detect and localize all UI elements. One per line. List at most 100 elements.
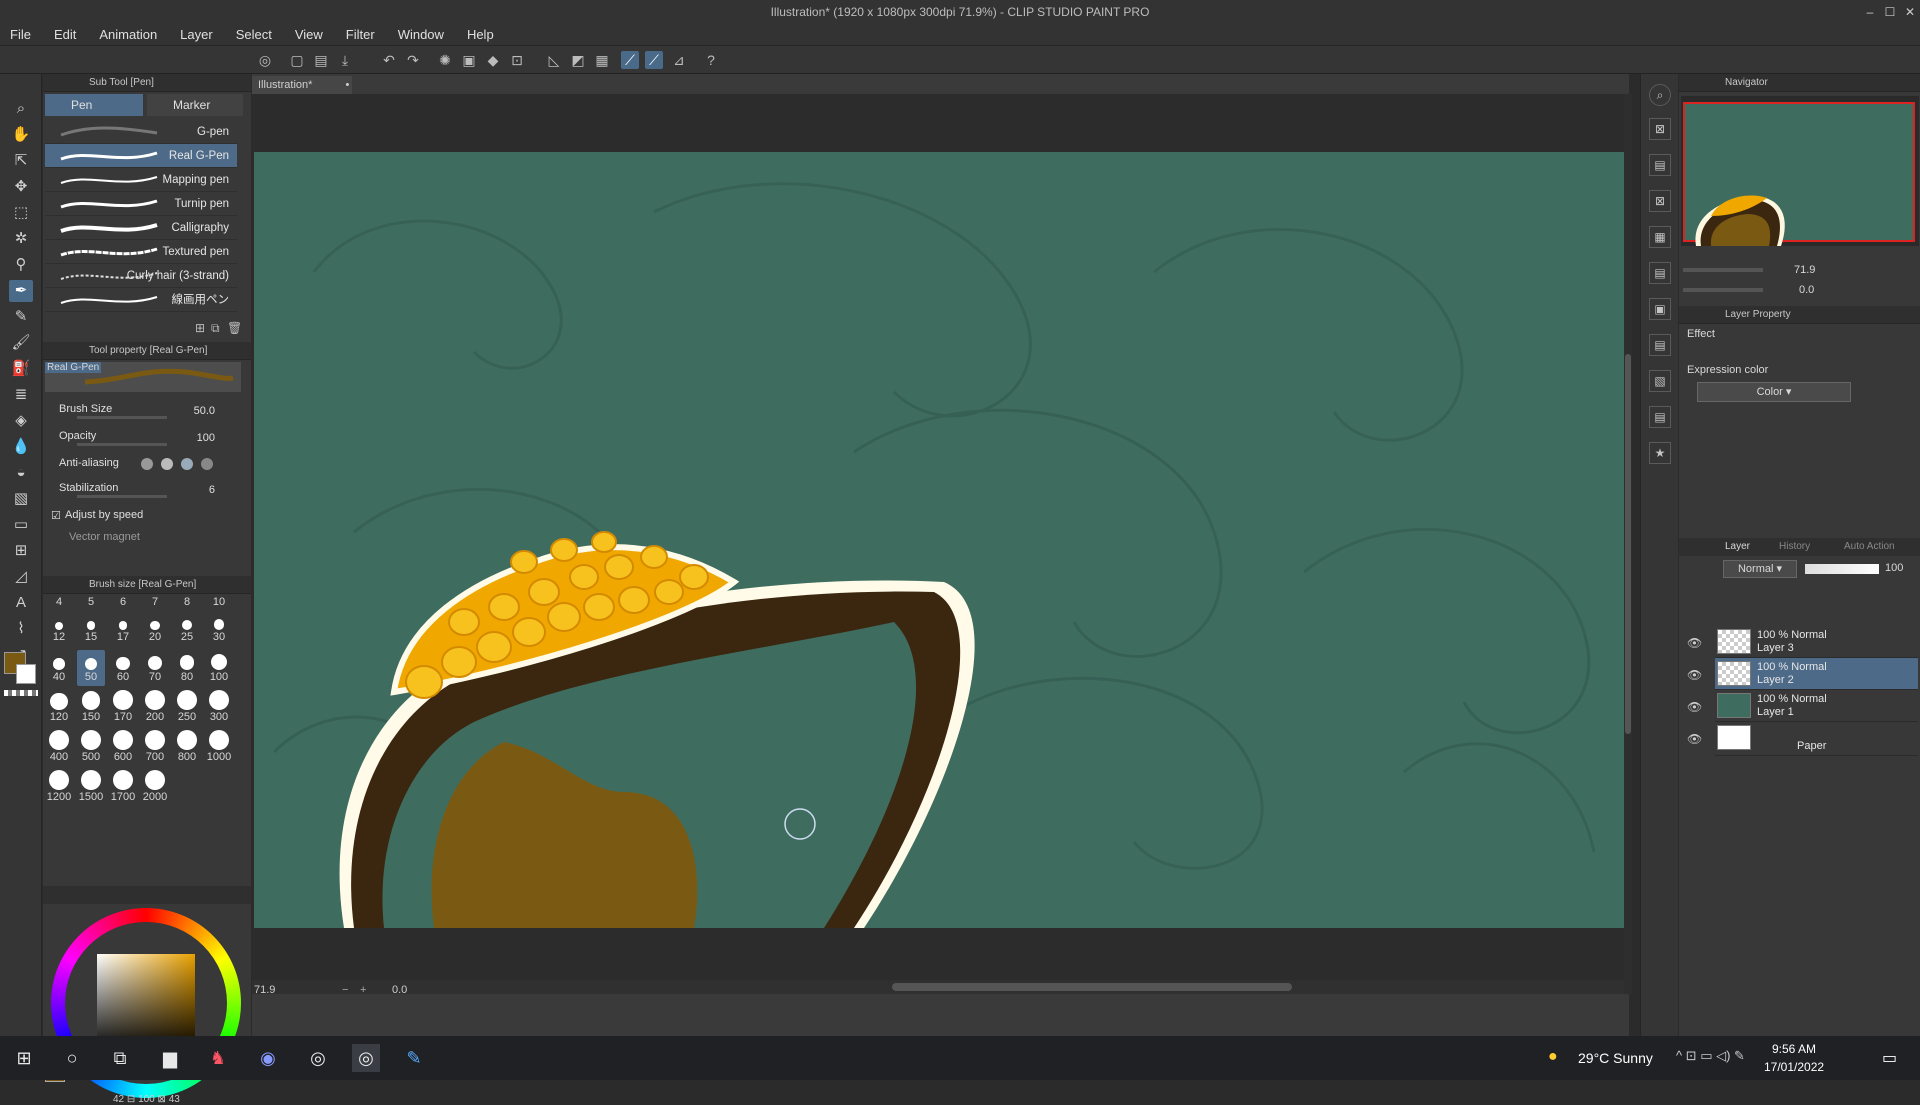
maximize-button[interactable]: ☐ — [1880, 0, 1900, 24]
help-icon[interactable]: ? — [702, 51, 720, 69]
brush-size-option[interactable]: 30 — [205, 610, 233, 646]
material-icon[interactable]: ▦ — [1649, 226, 1671, 248]
brush-size-option[interactable]: 15 — [77, 610, 105, 646]
brush-size-option[interactable]: 20 — [141, 610, 169, 646]
menu-select[interactable]: Select — [236, 27, 272, 42]
fill-tool-icon[interactable]: ◒ — [9, 462, 33, 484]
sub-color-swatch[interactable] — [16, 664, 36, 684]
canvas-rotate-value[interactable]: 0.0 — [392, 984, 407, 996]
menu-layer[interactable]: Layer — [180, 27, 213, 42]
zoom-in-icon[interactable]: + — [360, 984, 366, 996]
menu-window[interactable]: Window — [398, 27, 444, 42]
save-icon[interactable]: ⤓ — [336, 51, 354, 69]
brush-calligraphy[interactable]: Calligraphy — [45, 216, 237, 240]
checkbox-icon[interactable]: ☑ — [51, 509, 61, 522]
brush-size-option[interactable]: 1200 — [45, 770, 73, 806]
brush-size-option[interactable]: 170 — [109, 690, 137, 726]
material-icon[interactable]: ⊠ — [1649, 190, 1671, 212]
new-file-icon[interactable]: ▢ — [288, 51, 306, 69]
brush-size-option[interactable]: 300 — [205, 690, 233, 726]
brush-size-option[interactable]: 1700 — [109, 770, 137, 806]
navigator-rotate-value[interactable]: 0.0 — [1799, 284, 1814, 296]
pencil-tool-icon[interactable]: ✎ — [9, 306, 33, 328]
star-icon[interactable]: ★ — [1649, 442, 1671, 464]
brave-browser-icon[interactable]: ♞ — [204, 1044, 232, 1072]
system-tray-icons[interactable]: ^ ⊡ ▭ ◁) ✎ — [1676, 1048, 1745, 1064]
adjust-by-speed-row[interactable]: Adjust by speed ☑ — [49, 506, 245, 528]
expression-color-select[interactable]: Color ▾ — [1697, 382, 1851, 402]
brush-real-g-pen[interactable]: Real G-Pen — [45, 144, 237, 168]
move-layer-tool-icon[interactable]: ✥ — [9, 176, 33, 198]
brush-tool-icon[interactable]: 🖌 — [9, 332, 33, 354]
file-explorer-icon[interactable]: ▆ — [156, 1044, 184, 1072]
brush-g-pen[interactable]: G-pen — [45, 120, 237, 144]
eraser-tool-icon[interactable]: ◈ — [9, 410, 33, 432]
delete-subtool-icon[interactable]: 🗑 — [227, 321, 242, 335]
blend-mode-select[interactable]: Normal ▾ — [1723, 560, 1797, 578]
decoration-tool-icon[interactable]: ≣ — [9, 384, 33, 406]
search-icon[interactable]: ⌕ — [1649, 84, 1671, 106]
brush-mapping-pen[interactable]: Mapping pen — [45, 168, 237, 192]
menu-view[interactable]: View — [295, 27, 323, 42]
snap-ruler-icon[interactable]: ⟋ — [621, 51, 639, 69]
stabilization-row[interactable]: Stabilization 6 — [49, 479, 245, 501]
brush-size-option[interactable]: 17 — [109, 610, 137, 646]
fill-icon[interactable]: ◆ — [484, 51, 502, 69]
balloon-tool-icon[interactable]: ⌇ — [9, 618, 33, 640]
vector-magnet-row[interactable]: Vector magnet — [49, 528, 245, 550]
brush-size-option[interactable]: 50 — [77, 650, 105, 686]
copy-subtool-icon[interactable]: ⧉ — [211, 321, 220, 336]
brush-size-option[interactable]: 400 — [45, 730, 73, 766]
undo-icon[interactable]: ↶ — [380, 51, 398, 69]
brush-size-option[interactable]: 1000 — [205, 730, 233, 766]
minimize-button[interactable]: – — [1860, 0, 1880, 24]
invert-selection-icon[interactable]: ◩ — [569, 51, 587, 69]
auto-select-tool-icon[interactable]: ✲ — [9, 228, 33, 250]
transparent-color-swatch[interactable] — [4, 690, 38, 696]
eyedropper-tool-icon[interactable]: ⚲ — [9, 254, 33, 276]
eye-icon[interactable]: 👁 — [1687, 668, 1702, 682]
brush-size-option[interactable]: 1500 — [77, 770, 105, 806]
pen-tool-icon[interactable]: ✒ — [9, 280, 33, 302]
tab-pen[interactable]: Pen — [45, 94, 143, 116]
frame-tool-icon[interactable]: ⊞ — [9, 540, 33, 562]
clock-time[interactable]: 9:56 AM — [1772, 1042, 1816, 1056]
tab-marker[interactable]: Marker — [147, 94, 243, 116]
windows-start-icon[interactable]: ⊞ — [10, 1044, 38, 1072]
zoom-tool-icon[interactable]: ⌕ — [9, 98, 33, 120]
search-icon[interactable]: ○ — [58, 1044, 86, 1072]
gradient-tool-icon[interactable]: ▧ — [9, 488, 33, 510]
canvas-zoom-value[interactable]: 71.9 — [254, 984, 275, 996]
material-icon[interactable]: ▣ — [1649, 298, 1671, 320]
clock-date[interactable]: 17/01/2022 — [1764, 1060, 1824, 1074]
material-icon[interactable]: ▤ — [1649, 154, 1671, 176]
discord-icon[interactable]: ◉ — [254, 1044, 282, 1072]
show-selection-icon[interactable]: ▦ — [593, 51, 611, 69]
notification-icon[interactable]: ▭ — [1882, 1048, 1897, 1068]
menu-edit[interactable]: Edit — [54, 27, 76, 42]
navigator-zoom-slider[interactable] — [1683, 268, 1763, 272]
eye-icon[interactable]: 👁 — [1687, 700, 1702, 714]
snap-grid-icon[interactable]: ⊿ — [670, 51, 688, 69]
airbrush-tool-icon[interactable]: ⛽ — [9, 358, 33, 380]
menu-filter[interactable]: Filter — [346, 27, 375, 42]
material-icon[interactable]: ▤ — [1649, 334, 1671, 356]
clip-studio-paint-icon[interactable]: ◎ — [352, 1044, 380, 1072]
weather-text[interactable]: 29°C Sunny — [1578, 1050, 1653, 1066]
brush-turnip-pen[interactable]: Turnip pen — [45, 192, 237, 216]
brush-size-option[interactable]: 70 — [141, 650, 169, 686]
selection-tool-icon[interactable]: ⬚ — [9, 202, 33, 224]
brush-size-option[interactable]: 40 — [45, 650, 73, 686]
brush-size-option[interactable]: 60 — [109, 650, 137, 686]
brush-size-option[interactable]: 12 — [45, 610, 73, 646]
clip-studio-icon[interactable]: ◎ — [256, 51, 274, 69]
brush-size-option[interactable]: 700 — [141, 730, 169, 766]
eye-icon[interactable]: 👁 — [1687, 636, 1702, 650]
hand-tool-icon[interactable]: ✋ — [9, 124, 33, 146]
navigator-rotate-slider[interactable] — [1683, 288, 1763, 292]
snap-special-ruler-icon[interactable]: ⟋ — [645, 51, 663, 69]
layer-row[interactable]: 100 % Normal Layer 2 — [1715, 658, 1918, 690]
menu-animation[interactable]: Animation — [99, 27, 157, 42]
brush-size-option[interactable]: 800 — [173, 730, 201, 766]
material-icon[interactable]: ⊠ — [1649, 118, 1671, 140]
